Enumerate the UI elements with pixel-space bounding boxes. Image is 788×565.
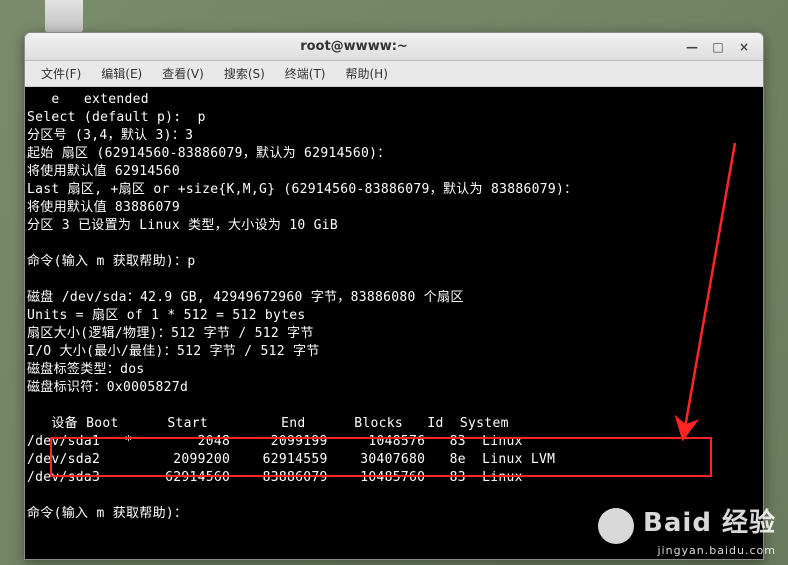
menubar: 文件(F) 编辑(E) 查看(V) 搜索(S) 终端(T) 帮助(H) bbox=[25, 61, 763, 87]
titlebar[interactable]: root@wwww:~ — □ × bbox=[25, 33, 763, 61]
minimize-button[interactable]: — bbox=[683, 38, 701, 56]
terminal-output[interactable]: e extended Select (default p): p 分区号 (3,… bbox=[25, 87, 763, 559]
menu-help[interactable]: 帮助(H) bbox=[336, 61, 398, 86]
menu-terminal[interactable]: 终端(T) bbox=[275, 61, 336, 86]
terminal-window: root@wwww:~ — □ × 文件(F) 编辑(E) 查看(V) 搜索(S… bbox=[24, 32, 764, 560]
window-title: root@wwww:~ bbox=[25, 39, 683, 54]
window-controls: — □ × bbox=[683, 38, 763, 56]
recycle-bin-icon bbox=[45, 0, 83, 33]
watermark-sub: jingyan.baidu.com bbox=[598, 544, 776, 557]
paw-icon bbox=[598, 508, 634, 544]
menu-view[interactable]: 查看(V) bbox=[152, 61, 214, 86]
menu-edit[interactable]: 编辑(E) bbox=[91, 61, 152, 86]
watermark-main: Baid 经验 bbox=[643, 508, 776, 538]
maximize-button[interactable]: □ bbox=[709, 38, 727, 56]
close-button[interactable]: × bbox=[735, 38, 753, 56]
watermark: Baid 经验 jingyan.baidu.com bbox=[598, 502, 776, 558]
menu-file[interactable]: 文件(F) bbox=[31, 61, 91, 86]
menu-search[interactable]: 搜索(S) bbox=[214, 61, 275, 86]
